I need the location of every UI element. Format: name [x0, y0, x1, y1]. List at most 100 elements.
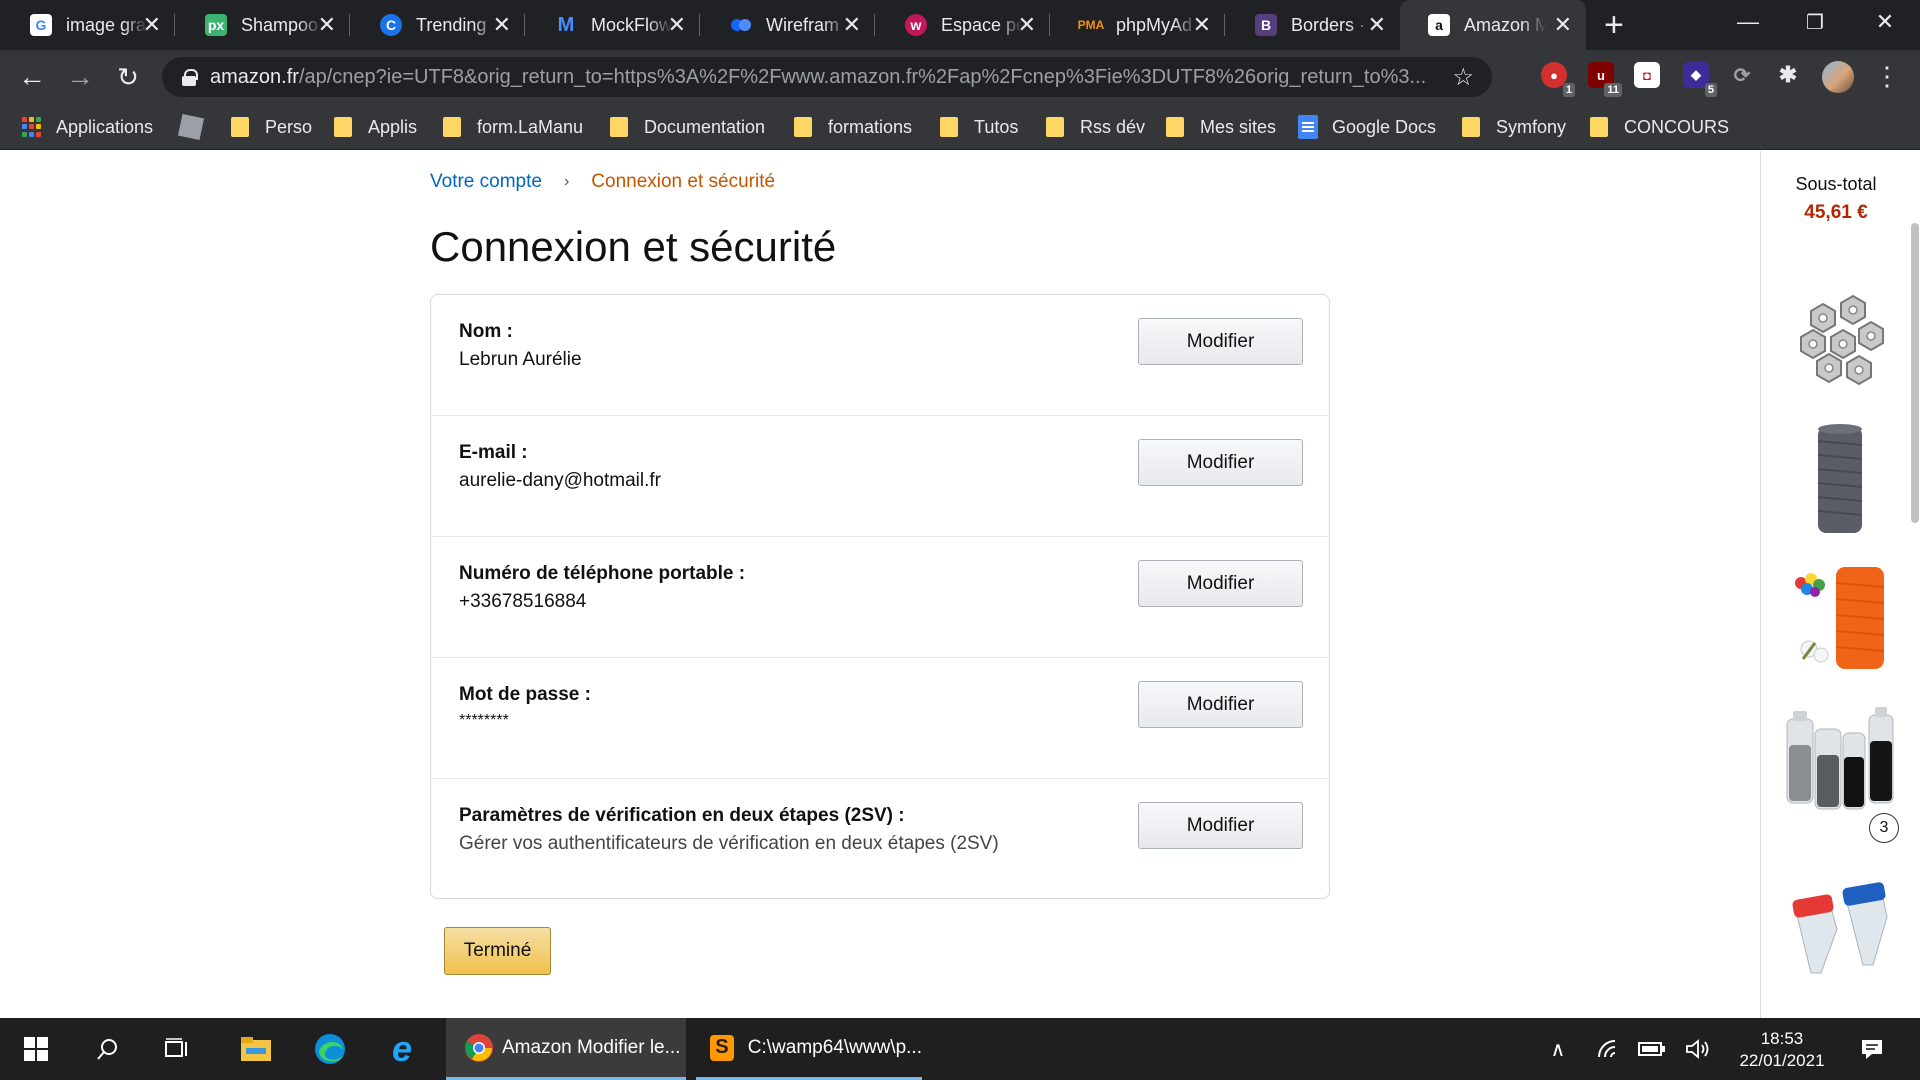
bookmark-tutos[interactable]: Tutos	[940, 114, 1018, 140]
forward-button[interactable]: →	[62, 59, 98, 95]
bookmark-mes-sites[interactable]: Mes sites	[1166, 114, 1276, 140]
internet-explorer-icon[interactable]: e	[384, 1028, 420, 1069]
bookmarks-bar: Applications Perso Applis form.LaManu Do…	[0, 104, 1920, 150]
tab-strip: G image gra ✕ px Shampoo ✕ C Trending ✕ …	[0, 0, 1920, 50]
volume-icon[interactable]	[1678, 1018, 1718, 1080]
bookmark-form-lamanu[interactable]: form.LaManu	[443, 114, 583, 140]
browser-menu-icon[interactable]: ⋮	[1874, 62, 1900, 90]
file-explorer-icon[interactable]	[238, 1031, 274, 1067]
wifi-icon[interactable]	[1590, 1018, 1630, 1080]
minimize-button[interactable]: —	[1718, 0, 1778, 44]
bookmark-symfony[interactable]: Symfony	[1462, 114, 1566, 140]
trending-icon: C	[380, 14, 402, 36]
tab-shampoo[interactable]: px Shampoo ✕	[175, 0, 350, 50]
tab-title: phpMyAd	[1116, 14, 1193, 35]
reload-button[interactable]: ↻	[110, 59, 146, 95]
lock-icon[interactable]	[182, 69, 198, 86]
tab-title: image gra	[66, 14, 147, 35]
search-icon[interactable]	[90, 1031, 126, 1067]
restore-button[interactable]: ❐	[1785, 0, 1845, 44]
close-icon[interactable]: ✕	[1554, 12, 1572, 38]
folder-icon	[231, 117, 249, 137]
close-icon[interactable]: ✕	[1193, 12, 1211, 38]
row-phone: Numéro de téléphone portable : +33678516…	[431, 537, 1329, 658]
tab-bootstrap-borders[interactable]: B Borders · ✕	[1225, 0, 1400, 50]
tab-espace[interactable]: w Espace pe ✕	[875, 0, 1050, 50]
close-icon[interactable]: ✕	[1018, 12, 1036, 38]
bookmark-documentation[interactable]: Documentation	[610, 114, 765, 140]
product-orange-cord-spool[interactable]	[1781, 559, 1899, 677]
tab-title: Amazon M	[1464, 14, 1546, 35]
security-settings-card: Nom : Lebrun Aurélie Modifier E-mail : a…	[430, 294, 1330, 899]
battery-icon[interactable]	[1632, 1018, 1672, 1080]
bookmark-label: Applications	[56, 116, 154, 137]
roblox-icon	[177, 113, 205, 141]
product-hex-nuts[interactable]	[1781, 281, 1899, 399]
start-button[interactable]	[18, 1031, 54, 1067]
tab-mockflow[interactable]: M MockFlow ✕	[525, 0, 700, 50]
bookmark-google-docs[interactable]: Google Docs	[1298, 114, 1436, 140]
edit-phone-button[interactable]: Modifier	[1138, 560, 1303, 607]
edit-email-button[interactable]: Modifier	[1138, 439, 1303, 486]
close-icon[interactable]: ✕	[493, 12, 511, 38]
bookmark-applications[interactable]: Applications	[22, 114, 153, 140]
bookmark-formations[interactable]: formations	[794, 114, 912, 140]
extension-pocket-icon[interactable]: ◘	[1634, 62, 1660, 88]
window-close-button[interactable]: ✕	[1855, 0, 1915, 44]
extension-ublock-icon[interactable]: u 11	[1588, 62, 1622, 97]
bookmark-applis[interactable]: Applis	[334, 114, 417, 140]
folder-icon	[1590, 117, 1608, 137]
tab-google-images[interactable]: G image gra ✕	[0, 0, 175, 50]
extension-shield-icon[interactable]: ● 1	[1541, 62, 1575, 97]
tab-wireframe[interactable]: Wirefram ✕	[700, 0, 875, 50]
extension-purple-icon[interactable]: ◆ 5	[1683, 62, 1717, 97]
extensions-puzzle-icon[interactable]: ✱	[1775, 62, 1801, 88]
tab-amazon[interactable]: a Amazon M ✕	[1400, 0, 1586, 50]
url-text[interactable]: amazon.fr/ap/cnep?ie=UTF8&orig_return_to…	[210, 66, 1440, 89]
close-icon[interactable]: ✕	[668, 12, 686, 38]
close-icon[interactable]: ✕	[1368, 12, 1386, 38]
notifications-icon[interactable]	[1852, 1018, 1892, 1080]
tab-title: Espace pe	[941, 14, 1023, 35]
scrollbar-thumb[interactable]	[1911, 223, 1919, 523]
bookmark-rss-dev[interactable]: Rss dév	[1046, 114, 1145, 140]
back-button[interactable]: ←	[14, 59, 50, 95]
bookmark-concours[interactable]: CONCOURS	[1590, 114, 1729, 140]
product-grey-cord-spool[interactable]	[1781, 421, 1899, 539]
folder-icon	[1462, 117, 1480, 137]
espace-icon: w	[905, 14, 927, 36]
bookmark-perso[interactable]: Perso	[231, 114, 312, 140]
close-icon[interactable]: ✕	[318, 12, 336, 38]
amazon-icon: a	[1428, 14, 1450, 36]
edit-2sv-button[interactable]: Modifier	[1138, 802, 1303, 849]
show-hidden-icons-chevron-icon[interactable]: ∧	[1538, 1018, 1578, 1080]
done-button[interactable]: Terminé	[444, 927, 551, 975]
edit-password-button[interactable]: Modifier	[1138, 681, 1303, 728]
system-clock[interactable]: 18:53 22/01/2021	[1722, 1028, 1842, 1072]
taskbar-app-sublime[interactable]: S C:\wamp64\www\p...	[696, 1018, 922, 1080]
windows-taskbar: e Amazon Modifier le... S C:\wamp64\www\…	[0, 1018, 1920, 1080]
wireframe-icon	[730, 14, 752, 36]
product-glass-bottles[interactable]	[1781, 699, 1899, 817]
row-label: Paramètres de vérification en deux étape…	[459, 805, 905, 826]
edit-name-button[interactable]: Modifier	[1138, 318, 1303, 365]
taskbar-app-chrome[interactable]: Amazon Modifier le...	[446, 1018, 686, 1080]
google-icon: G	[30, 14, 52, 36]
breadcrumb-votre-compte[interactable]: Votre compte	[430, 171, 542, 193]
close-icon[interactable]: ✕	[143, 12, 161, 38]
address-bar[interactable]: amazon.fr/ap/cnep?ie=UTF8&orig_return_to…	[162, 57, 1492, 97]
extension-sync-icon[interactable]: ⟳	[1729, 62, 1755, 88]
tab-trending[interactable]: C Trending ✕	[350, 0, 525, 50]
profile-avatar[interactable]	[1822, 61, 1854, 93]
tab-phpmyadmin[interactable]: PMA phpMyAd ✕	[1050, 0, 1225, 50]
sublime-icon: S	[710, 1034, 734, 1061]
close-icon[interactable]: ✕	[843, 12, 861, 38]
edge-icon[interactable]	[312, 1031, 348, 1067]
bookmark-roblox[interactable]	[177, 113, 205, 141]
bookmark-star-icon[interactable]: ☆	[1452, 63, 1474, 92]
chrome-icon	[465, 1033, 493, 1062]
product-plastic-caps[interactable]	[1781, 873, 1899, 991]
folder-icon	[794, 117, 812, 137]
task-view-icon[interactable]	[160, 1031, 196, 1067]
new-tab-button[interactable]: +	[1604, 6, 1624, 44]
